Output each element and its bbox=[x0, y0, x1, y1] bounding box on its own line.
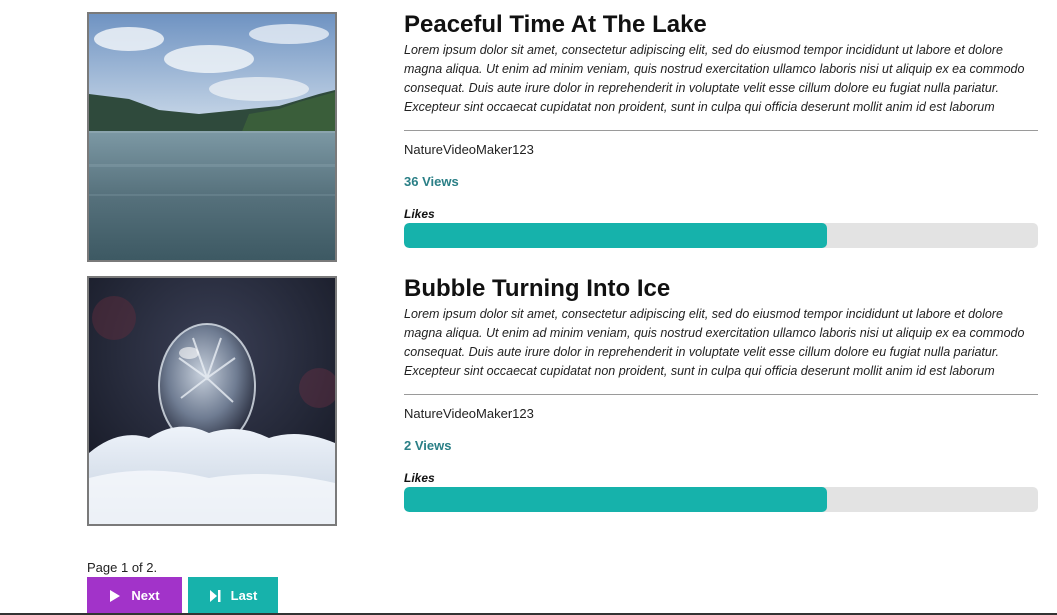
skip-last-icon bbox=[209, 589, 221, 602]
pagination: Page 1 of 2. Next Last bbox=[87, 560, 278, 614]
video-description: Lorem ipsum dolor sit amet, consectetur … bbox=[404, 307, 1025, 378]
lake-image bbox=[89, 14, 335, 260]
likes-bar bbox=[404, 487, 1038, 512]
likes-bar bbox=[404, 223, 1038, 248]
next-button[interactable]: Next bbox=[87, 577, 182, 614]
last-button[interactable]: Last bbox=[188, 577, 278, 614]
video-author: NatureVideoMaker123 bbox=[404, 406, 534, 421]
ice-bubble-image bbox=[89, 278, 335, 524]
video-info: Bubble Turning Into Ice Lorem ipsum dolo… bbox=[404, 276, 1038, 512]
video-views: 2 Views bbox=[404, 438, 452, 453]
likes-label: Likes bbox=[404, 471, 435, 485]
divider bbox=[404, 394, 1038, 395]
lake-thumbnail[interactable] bbox=[87, 12, 337, 262]
next-button-label: Next bbox=[131, 588, 160, 603]
video-title[interactable]: Bubble Turning Into Ice bbox=[404, 276, 1038, 301]
video-description: Lorem ipsum dolor sit amet, consectetur … bbox=[404, 43, 1025, 114]
pagination-buttons: Next Last bbox=[87, 577, 278, 614]
page-indicator: Page 1 of 2. bbox=[87, 560, 158, 575]
video-info: Peaceful Time At The Lake Lorem ipsum do… bbox=[404, 12, 1038, 248]
video-author: NatureVideoMaker123 bbox=[404, 142, 534, 157]
likes-bar-fill bbox=[404, 487, 827, 512]
ice-bubble-thumbnail[interactable] bbox=[87, 276, 337, 526]
last-button-label: Last bbox=[230, 588, 258, 603]
video-title[interactable]: Peaceful Time At The Lake bbox=[404, 12, 1038, 37]
video-views: 36 Views bbox=[404, 174, 459, 189]
play-icon bbox=[109, 589, 121, 602]
divider bbox=[404, 130, 1038, 131]
likes-label: Likes bbox=[404, 207, 435, 221]
likes-bar-fill bbox=[404, 223, 827, 248]
video-list-page: Peaceful Time At The Lake Lorem ipsum do… bbox=[0, 0, 1057, 615]
